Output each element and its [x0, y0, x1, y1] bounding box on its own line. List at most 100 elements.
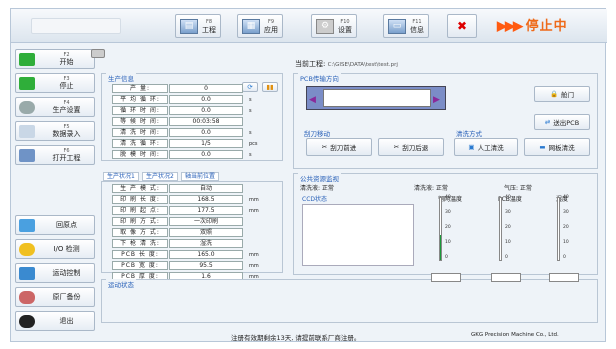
- close-icon: ✖: [456, 19, 468, 33]
- toolbar-label: 工程: [202, 26, 216, 34]
- row-value: 177.5: [169, 206, 243, 215]
- door-button[interactable]: 🔒 舱门: [534, 86, 590, 102]
- gauge-tick: 30: [445, 210, 451, 215]
- toggle-button[interactable]: [91, 49, 105, 58]
- toolbar-apply-button[interactable]: ▦ F9 应用: [237, 14, 283, 38]
- row-label: 取 像 方 式:: [112, 228, 168, 237]
- tab-status2[interactable]: 生产状况2: [142, 172, 178, 181]
- info-row: 下 枪 清 洗: 湿洗: [112, 239, 249, 248]
- sidebar-home-button[interactable]: 回原点: [15, 215, 95, 235]
- stencil-icon: ▬: [539, 143, 546, 151]
- sidebar-label: 数据录入: [52, 130, 81, 138]
- gauge-tick: 0: [445, 255, 448, 260]
- blade-title: 刮刀移动: [302, 128, 332, 138]
- row-label: 下 枪 清 洗:: [112, 239, 168, 248]
- sidebar-label: 运动控制: [52, 268, 81, 277]
- gauge-tick: 10: [505, 240, 511, 245]
- motion-status-panel: 运动状态: [101, 279, 598, 323]
- arrow-left-icon[interactable]: ◀: [309, 95, 316, 105]
- row-label: 清 洗 时 间:: [112, 128, 168, 137]
- sidebar-start-button[interactable]: F2 开始: [15, 49, 95, 69]
- gauge: 40 30 20 10 0: [435, 193, 461, 265]
- row-value: 00:03:58: [169, 117, 243, 126]
- id-card-icon: ▭: [388, 18, 406, 34]
- sidebar-open-project-button[interactable]: F6 打开工程: [15, 145, 95, 165]
- row-label: 印 刷 起 点:: [112, 206, 168, 215]
- toolbar-key: F11: [412, 19, 422, 25]
- toolbar-label: 应用: [264, 26, 278, 34]
- row-unit: mm: [249, 251, 259, 258]
- toolbar-project-button[interactable]: ▤ F8 工程: [175, 14, 221, 38]
- chart-button[interactable]: ▮▮: [262, 82, 278, 92]
- stencil-clean-button[interactable]: ▬ 网板清洗: [524, 138, 590, 156]
- row-unit: s: [249, 129, 252, 136]
- lock-icon: 🔒: [549, 90, 559, 98]
- button-label: 人工清洗: [477, 144, 504, 152]
- info-row: 等 候 时 间: 00:03:58: [112, 117, 249, 126]
- footer: 注册有效期剩余13天, 请提前联系厂商注册。 GKG Precision Mac…: [11, 329, 607, 343]
- gauge-tick: 10: [445, 240, 451, 245]
- conveyor-diagram: ◀ ▶: [306, 86, 446, 110]
- row-label: 清 洗 循 环:: [112, 139, 168, 148]
- sidebar-stop-button[interactable]: F3 停止: [15, 73, 95, 93]
- status-text: 停止中: [525, 18, 568, 33]
- arrow-right-icon[interactable]: ▶: [433, 95, 440, 105]
- row-value: 0: [169, 84, 243, 93]
- sidebar-exit-button[interactable]: 退出: [15, 311, 95, 331]
- panel-title: 运动状态: [106, 279, 136, 289]
- gauge-bar: [557, 197, 560, 261]
- move-icon: [19, 266, 35, 280]
- gauge-bar: [439, 197, 442, 261]
- row-value: 自动: [169, 184, 243, 193]
- gauge-tick: 10: [563, 240, 569, 245]
- sidebar-data-entry-button[interactable]: F5 数据录入: [15, 121, 95, 141]
- blade-icon: ✂: [321, 143, 328, 151]
- row-value: 95.5: [169, 261, 243, 270]
- info-row: 生 产 模 式: 自动: [112, 184, 249, 193]
- gauge-tick: 20: [505, 225, 511, 230]
- row-unit: s: [249, 107, 252, 114]
- sidebar-production-settings-button[interactable]: F4 生产设置: [15, 97, 95, 117]
- info-row: 脱 模 时 间: 0.0 s: [112, 150, 252, 159]
- pcb-out-button[interactable]: ⇄ 送出PCB: [534, 114, 590, 130]
- ccd-view: [302, 204, 414, 266]
- row-unit: pcs: [249, 140, 258, 147]
- clean-title: 清洗方式: [454, 128, 484, 138]
- row-unit: mm: [249, 262, 259, 269]
- blade-back-button[interactable]: ✂ 刮刀后退: [378, 138, 444, 156]
- company-name: GKG Precision Machine Co., Ltd.: [471, 332, 559, 338]
- book-icon: [19, 148, 35, 162]
- ccd-label: CCD状态: [302, 196, 327, 203]
- sidebar-label: 开始: [59, 58, 74, 66]
- info-row: 印 刷 方 式: 一次印刷: [112, 217, 249, 226]
- toolbar-label: 设置: [338, 26, 352, 34]
- tab-axis-position[interactable]: 轴当前位置: [181, 172, 220, 181]
- gauge-value-box: [491, 273, 521, 282]
- blade-forward-button[interactable]: ✂ 刮刀前进: [306, 138, 372, 156]
- tab-status1[interactable]: 生产状况1: [103, 172, 139, 181]
- manual-clean-button[interactable]: ▣ 人工清洗: [454, 138, 518, 156]
- play-icon: [19, 52, 35, 66]
- transport-panel: PCB传输方向 ◀ ▶ 🔒 舱门 ⇄ 送出PCB 刮刀移动 ✂ 刮刀前进 ✂ 刮刀后退 …: [293, 73, 598, 169]
- sidebar-factory-backup-button[interactable]: 原厂备份: [15, 287, 95, 307]
- stop-icon: [19, 76, 35, 90]
- toolbar-info-button[interactable]: ▭ F11 信息: [383, 14, 429, 38]
- row-value: 双照: [169, 228, 243, 237]
- row-value: 168.5: [169, 195, 243, 204]
- home-icon: [19, 218, 35, 232]
- gauge-fill: [440, 235, 441, 260]
- button-label: 送出PCB: [553, 119, 580, 127]
- conveyor-belt: [323, 89, 431, 107]
- sidebar-io-check-button[interactable]: I/O 检测: [15, 239, 95, 259]
- grid-icon: ▦: [242, 18, 260, 34]
- alarm-clear-button[interactable]: ✖: [447, 14, 477, 38]
- toolbar-settings-button[interactable]: ⚙ F10 设置: [311, 14, 357, 38]
- production-info-panel: 生产信息 ⟳ ▮▮ 产 量: 0 平 均 循 环: 0.0 s 循 环 时 间: 0.0 s 等…: [101, 73, 283, 161]
- document-icon: [19, 124, 35, 138]
- row-unit: mm: [249, 196, 259, 203]
- row-value: 1/5: [169, 139, 243, 148]
- gauge-tick: 40: [445, 195, 451, 200]
- project-path: C:\GISE\DATA\test\test.prj: [327, 62, 398, 68]
- button-label: 刮刀后退: [402, 144, 429, 152]
- sidebar-motion-control-button[interactable]: 运动控制: [15, 263, 95, 283]
